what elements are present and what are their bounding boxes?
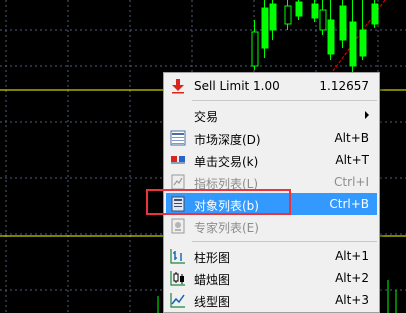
trade-label: 交易 bbox=[194, 110, 219, 124]
menu-separator bbox=[192, 241, 377, 242]
bar-chart-icon bbox=[170, 248, 186, 264]
bar-chart-shortcut: Alt+1 bbox=[335, 249, 369, 263]
highlight-box bbox=[146, 189, 291, 215]
sell-limit-label: Sell Limit 1.00 bbox=[194, 79, 280, 93]
candle-body bbox=[339, 5, 347, 41]
market-depth-shortcut: Alt+B bbox=[334, 131, 369, 145]
candle-body bbox=[269, 3, 277, 31]
bar-chart-label: 柱形图 bbox=[194, 251, 231, 265]
menu-item-bar-chart[interactable]: 柱形图 Alt+1 bbox=[166, 245, 377, 267]
line-chart-shortcut: Alt+3 bbox=[335, 293, 369, 307]
experts-list-icon bbox=[170, 218, 186, 234]
candle-body bbox=[311, 3, 319, 19]
one-click-trading-shortcut: Alt+T bbox=[335, 153, 369, 167]
sell-limit-price: 1.12657 bbox=[319, 79, 369, 93]
submenu-arrow-icon bbox=[365, 111, 369, 119]
menu-item-trade[interactable]: 交易 bbox=[166, 104, 377, 126]
menu-item-line-chart[interactable]: 线型图 Alt+3 bbox=[166, 289, 377, 311]
candle-body bbox=[295, 1, 303, 17]
line-chart-label: 线型图 bbox=[194, 295, 231, 309]
candle-body bbox=[371, 3, 379, 25]
candle-body bbox=[284, 5, 292, 25]
one-click-trading-icon bbox=[170, 152, 186, 168]
menu-item-experts-list[interactable]: 专家列表(E) bbox=[166, 215, 377, 237]
indicators-list-shortcut: Ctrl+I bbox=[334, 175, 369, 189]
candle-body bbox=[359, 29, 367, 57]
candlestick-chart-label: 蜡烛图 bbox=[194, 273, 231, 287]
candle-body bbox=[327, 19, 335, 55]
menu-separator bbox=[192, 100, 377, 101]
one-click-trading-label: 单击交易(k) bbox=[194, 155, 259, 169]
sell-limit-red-arrow-icon bbox=[170, 78, 186, 94]
candle-body bbox=[251, 31, 259, 67]
experts-list-label: 专家列表(E) bbox=[194, 221, 259, 235]
menu-item-one-click-trading[interactable]: 单击交易(k) Alt+T bbox=[166, 149, 377, 171]
candle-body bbox=[319, 9, 327, 31]
candle-body bbox=[349, 21, 357, 67]
market-depth-icon bbox=[170, 130, 186, 146]
candlestick-chart-icon bbox=[170, 270, 186, 286]
menu-item-market-depth[interactable]: 市场深度(D) Alt+B bbox=[166, 127, 377, 149]
indicators-list-icon bbox=[170, 174, 186, 190]
market-depth-label: 市场深度(D) bbox=[194, 133, 261, 147]
menu-item-candlestick-chart[interactable]: 蜡烛图 Alt+2 bbox=[166, 267, 377, 289]
menu-item-sell-limit[interactable]: Sell Limit 1.00 1.12657 bbox=[166, 75, 377, 97]
candlestick-chart-shortcut: Alt+2 bbox=[335, 271, 369, 285]
candle-body bbox=[261, 7, 269, 49]
objects-list-shortcut: Ctrl+B bbox=[329, 197, 369, 211]
line-chart-icon bbox=[170, 292, 186, 308]
